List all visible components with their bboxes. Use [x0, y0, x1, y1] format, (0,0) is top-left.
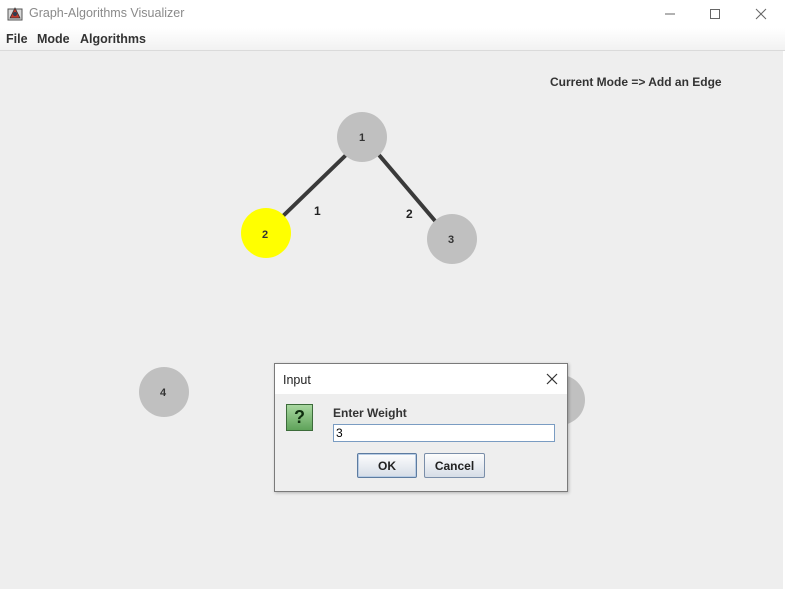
question-icon: ? — [286, 404, 313, 431]
dialog-titlebar: Input — [275, 364, 567, 394]
edge-weight-label: 1 — [314, 204, 321, 218]
edge-weight-label: 2 — [406, 207, 413, 221]
dialog-close-icon[interactable] — [543, 370, 561, 388]
input-dialog: Input ? Enter Weight OK Cancel — [274, 363, 568, 492]
dialog-prompt: Enter Weight — [333, 406, 407, 420]
graph-drawing: 1 2 1 2 3 4 — [139, 112, 585, 425]
weight-input[interactable] — [333, 424, 555, 442]
dialog-title: Input — [283, 373, 311, 387]
node-label: 2 — [262, 229, 268, 241]
ok-button[interactable]: OK — [357, 453, 417, 478]
cancel-button[interactable]: Cancel — [424, 453, 485, 478]
node-label: 1 — [359, 132, 365, 144]
node-label: 3 — [448, 234, 454, 246]
node-label: 4 — [160, 387, 167, 399]
